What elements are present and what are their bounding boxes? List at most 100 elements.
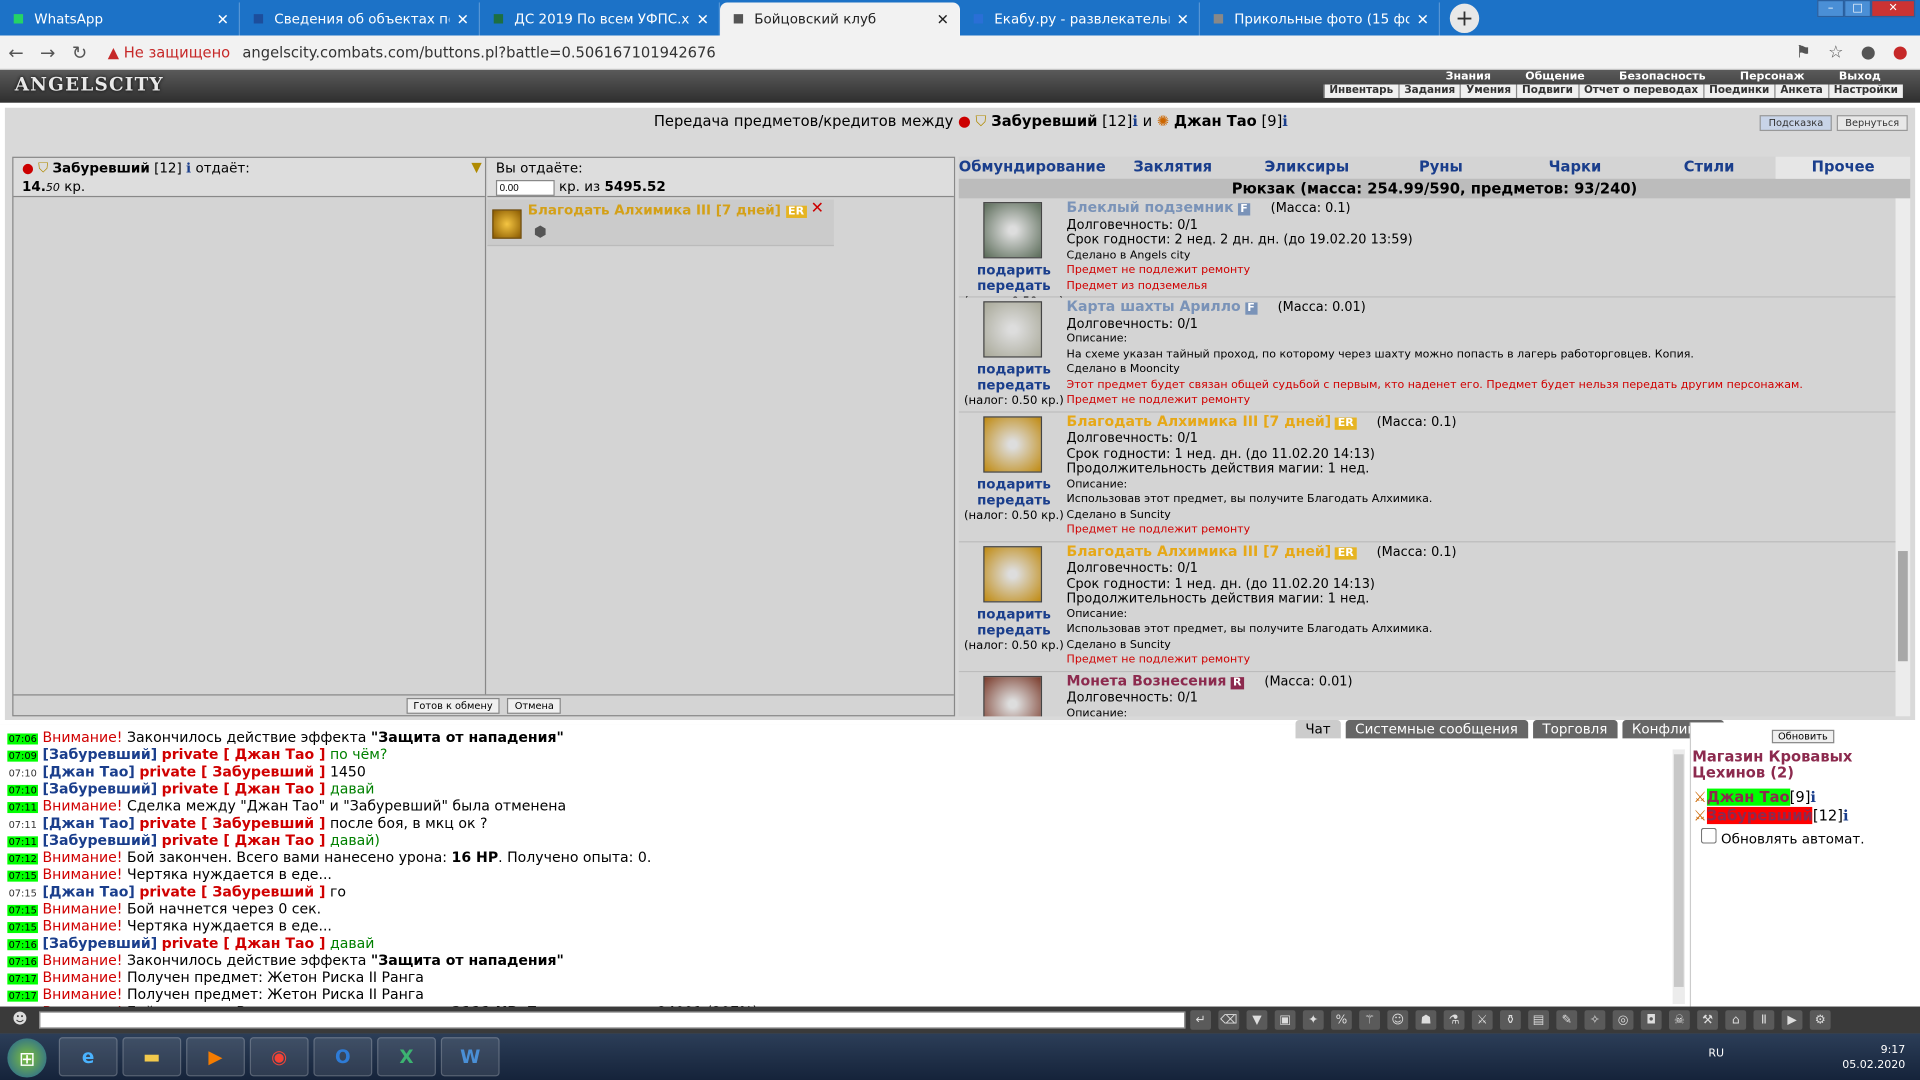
message-time[interactable]: 07:11 [7, 819, 39, 831]
filter-icon[interactable]: ▼ [1246, 1010, 1268, 1030]
top-menu-item[interactable]: Персонаж [1723, 71, 1822, 83]
scroll-thumb[interactable] [1673, 754, 1684, 987]
message-time[interactable]: 07:12 [7, 853, 39, 865]
close-tab-icon[interactable]: ✕ [457, 10, 469, 27]
wing-icon[interactable]: ⚚ [1359, 1010, 1381, 1030]
private-recipient[interactable]: private [ Джан Тао ] [162, 746, 326, 763]
sword-icon[interactable]: ⚔ [1471, 1010, 1493, 1030]
private-recipient[interactable]: private [ Забуревший ] [139, 883, 325, 900]
chat-scrollbar[interactable] [1672, 749, 1685, 1005]
outlook-icon[interactable]: O [313, 1037, 373, 1077]
message-time[interactable]: 07:11 [7, 836, 39, 848]
info-icon[interactable]: ℹ [1282, 113, 1288, 130]
item-image[interactable] [983, 545, 1043, 602]
site-logo[interactable]: ANGELSCITY [15, 73, 164, 95]
inventory-item[interactable]: подаритьпередать(налог: 0.50 кр.)Монета … [958, 671, 1896, 717]
maximize-button[interactable]: □ [1844, 0, 1872, 18]
smile-icon[interactable]: ☻ [12, 1010, 27, 1027]
item-image[interactable] [983, 202, 1043, 259]
private-recipient[interactable]: private [ Джан Тао ] [162, 831, 326, 848]
sender-name[interactable]: [Забуревший] [43, 780, 158, 797]
sender-name[interactable]: [Джан Тао] [43, 883, 135, 900]
gift-link[interactable]: подарить [964, 361, 1064, 377]
send-icon[interactable]: ↵ [1190, 1010, 1212, 1030]
gift-link[interactable]: подарить [964, 262, 1064, 278]
message-time[interactable]: 07:15 [7, 871, 39, 882]
minimize-button[interactable]: – [1817, 0, 1845, 18]
message-time[interactable]: 07:16 [7, 956, 39, 967]
inventory-category-tab[interactable]: Эликсиры [1240, 157, 1374, 179]
fight-icon[interactable]: ✦ [1302, 1010, 1324, 1030]
transfer-link[interactable]: передать [964, 377, 1064, 393]
close-tab-icon[interactable]: ✕ [937, 10, 949, 27]
info-icon[interactable]: ℹ [1810, 789, 1816, 806]
sub-menu-item[interactable]: Анкета [1774, 84, 1827, 98]
message-time[interactable]: 07:11 [7, 802, 39, 814]
refresh-button[interactable]: Обновить [1771, 729, 1834, 744]
chrome-icon[interactable]: ◉ [249, 1037, 309, 1077]
message-time[interactable]: 07:10 [7, 767, 39, 779]
sender-name[interactable]: [Забуревший] [43, 746, 158, 763]
scroll-thumb[interactable] [1897, 551, 1908, 662]
message-time[interactable]: 07:15 [7, 922, 39, 933]
close-tab-icon[interactable]: ✕ [1417, 10, 1429, 27]
explorer-icon[interactable]: ▬ [122, 1037, 182, 1077]
credits-input[interactable] [495, 180, 555, 196]
online-user[interactable]: ⚔Джан Тао[9]ℹ [1693, 788, 1816, 806]
close-tab-icon[interactable]: ✕ [697, 10, 709, 27]
item-name[interactable]: Блеклый подземник [1067, 198, 1234, 215]
private-recipient[interactable]: private [ Забуревший ] [139, 763, 325, 780]
reload-icon[interactable]: ↻ [64, 41, 96, 63]
gift-link[interactable]: подарить [964, 476, 1064, 492]
sub-menu-item[interactable]: Умения [1460, 84, 1516, 98]
sub-menu-item[interactable]: Поединки [1703, 84, 1774, 98]
potion-icon[interactable]: ⚱ [1500, 1010, 1521, 1030]
back-icon[interactable]: ← [0, 41, 32, 63]
clock[interactable]: 9:17 05.02.2020 [1842, 1043, 1905, 1072]
message-time[interactable]: 07:17 [7, 973, 39, 985]
new-tab-button[interactable]: + [1449, 3, 1480, 34]
item-name[interactable]: Благодать Алхимика III [7 дней] [1067, 412, 1332, 429]
sub-menu-item[interactable]: Инвентарь [1323, 84, 1398, 98]
user-name[interactable]: Забуревший [1706, 806, 1813, 825]
private-recipient[interactable]: private [ Джан Тао ] [162, 780, 326, 797]
offered-item[interactable]: Благодать Алхимика III [7 дней] ER ✕ ⬢ [487, 199, 834, 247]
inventory-category-tab[interactable]: Стили [1642, 157, 1776, 179]
security-warning[interactable]: ▲ Не защищено [108, 43, 230, 60]
inventory-item[interactable]: подарить передать (налог: 0.50 кр.) Благода… [958, 541, 1896, 672]
offered-item-name[interactable]: Благодать Алхимика III [7 дней] ER [528, 202, 807, 218]
url-field[interactable]: angelscity.combats.com/buttons.pl?battle… [242, 43, 715, 60]
top-menu-item[interactable]: Выход [1822, 71, 1898, 83]
close-tab-icon[interactable]: ✕ [1177, 10, 1189, 27]
inventory-item[interactable]: подарить передать (налог: 0.50 кр.) Карта ш… [958, 297, 1896, 413]
sub-menu-item[interactable]: Настройки [1827, 84, 1903, 98]
auto-refresh-input[interactable] [1700, 827, 1717, 844]
save-icon[interactable]: ▣ [1274, 1010, 1296, 1030]
pause-icon[interactable]: Ⅱ [1753, 1010, 1775, 1030]
message-time[interactable]: 07:10 [7, 784, 39, 796]
inventory-category-tab[interactable]: Заклятия [1106, 157, 1240, 179]
message-time[interactable]: 07:16 [7, 939, 39, 950]
browser-tab[interactable]: ■ Прикольные фото (15 фото) от … ✕ [1200, 2, 1441, 36]
hint-button[interactable]: Подсказка [1760, 115, 1832, 132]
emoji-icon[interactable]: ☺ [1387, 1010, 1409, 1030]
info-icon[interactable]: ℹ [1843, 807, 1849, 824]
media-player-icon[interactable]: ▶ [186, 1037, 245, 1077]
cancel-button[interactable]: Отмена [507, 697, 562, 714]
item-name[interactable]: Карта шахты Арилло [1067, 298, 1241, 315]
gift-link[interactable]: подарить [964, 606, 1064, 622]
sender-name[interactable]: [Забуревший] [43, 934, 158, 951]
inventory-category-tab[interactable]: Руны [1374, 157, 1508, 179]
browser-tab[interactable]: ■ Сведения об объектах почтово… ✕ [240, 2, 481, 36]
ready-button[interactable]: Готов к обмену [406, 697, 500, 714]
info-icon[interactable]: ℹ [186, 160, 191, 176]
sender-name[interactable]: [Джан Тао] [43, 814, 135, 831]
play-icon[interactable]: ▶ [1781, 1010, 1803, 1030]
browser-tab[interactable]: ■ Екабу.ру - развлекательный по… ✕ [960, 2, 1201, 36]
inventory-scrollbar[interactable] [1895, 198, 1911, 717]
sender-name[interactable]: [Джан Тао] [43, 763, 135, 780]
percent-icon[interactable]: % [1331, 1010, 1352, 1030]
browser-tab[interactable]: ■ ДС 2019 По всем УФПС.xlsx — … ✕ [480, 2, 721, 36]
forward-icon[interactable]: → [32, 41, 64, 63]
message-time[interactable]: 07:15 [7, 904, 39, 916]
